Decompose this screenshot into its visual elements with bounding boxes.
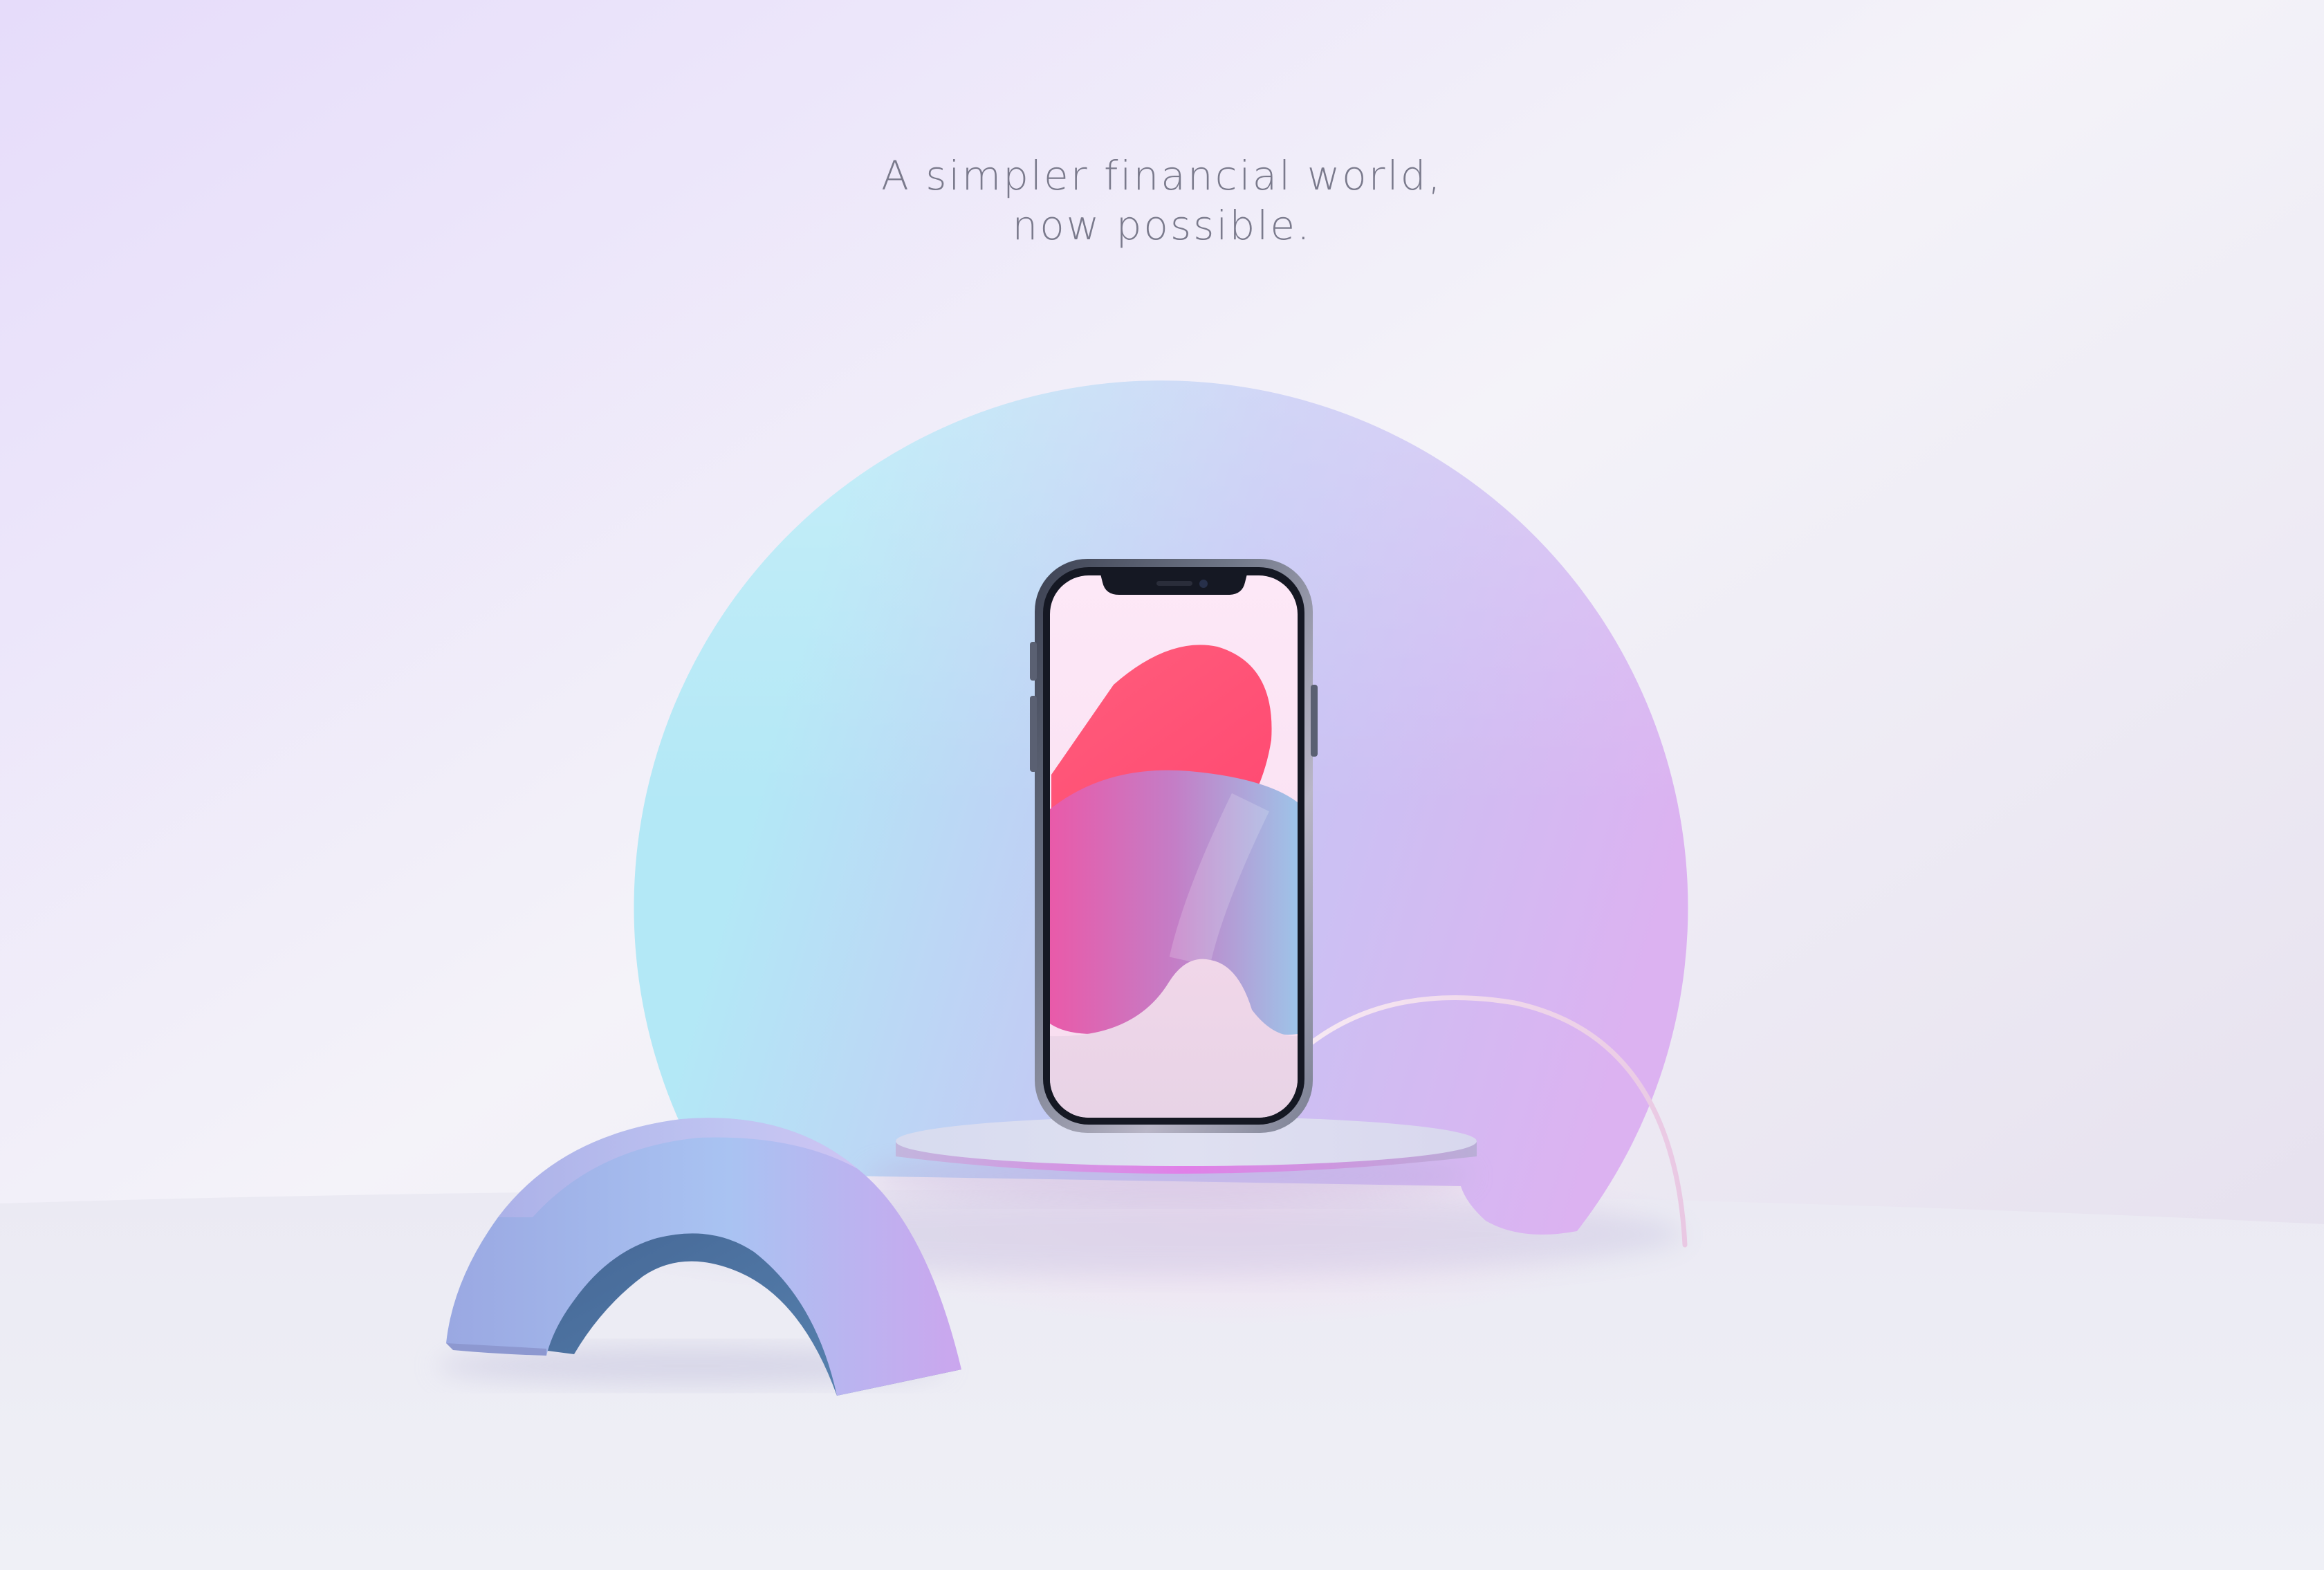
tagline-line-1: A simpler financial world,	[881, 152, 1443, 199]
phone-screen	[1050, 575, 1298, 1118]
phone-side-button-upper	[1030, 642, 1037, 681]
tagline-line-2: now possible.	[1012, 202, 1312, 249]
hero-scene: A simpler financial world, now possible.	[0, 0, 2324, 1570]
phone-power-button	[1311, 685, 1318, 757]
phone-side-button-lower	[1030, 696, 1037, 772]
phone-speaker-icon	[1156, 581, 1192, 586]
tagline: A simpler financial world, now possible.	[0, 151, 2324, 250]
phone-camera-icon	[1199, 580, 1208, 588]
